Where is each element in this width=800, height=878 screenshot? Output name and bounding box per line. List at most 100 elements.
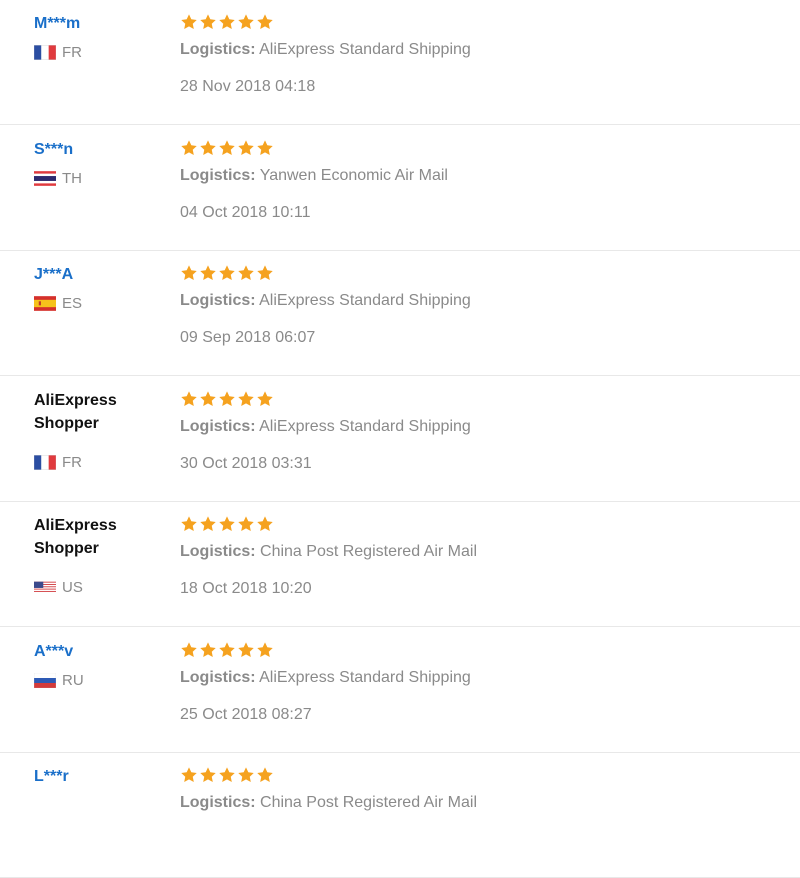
star-icon bbox=[256, 139, 274, 157]
logistics-info: Logistics: AliExpress Standard Shipping bbox=[180, 418, 471, 436]
star-icon bbox=[237, 13, 255, 31]
star-icon bbox=[180, 641, 198, 659]
reviewer-country: RU bbox=[33, 671, 84, 689]
star-icon bbox=[256, 13, 274, 31]
review-item: S***n TH Logistics: Yanwen Economic Air … bbox=[0, 126, 800, 251]
star-icon bbox=[180, 515, 198, 533]
logistics-info: Logistics: China Post Registered Air Mai… bbox=[180, 543, 477, 561]
star-icon bbox=[237, 139, 255, 157]
logistics-label: Logistics: bbox=[180, 668, 256, 686]
star-icon bbox=[180, 13, 198, 31]
star-icon bbox=[237, 641, 255, 659]
logistics-value: AliExpress Standard Shipping bbox=[259, 668, 471, 686]
reviewer-country: ES bbox=[34, 295, 82, 312]
reviewer-country: US bbox=[34, 579, 83, 596]
star-icon bbox=[199, 390, 217, 408]
country-code: FR bbox=[62, 453, 82, 471]
country-code: US bbox=[62, 579, 83, 596]
country-code: FR bbox=[62, 44, 82, 61]
star-icon bbox=[256, 390, 274, 408]
star-rating bbox=[180, 8, 274, 36]
reviewer-country: FR bbox=[33, 44, 82, 61]
reviewer-name[interactable]: M***m bbox=[34, 12, 164, 35]
star-rating bbox=[180, 259, 274, 287]
star-icon bbox=[218, 390, 236, 408]
logistics-info: Logistics: Yanwen Economic Air Mail bbox=[180, 167, 448, 185]
star-icon bbox=[256, 515, 274, 533]
logistics-value: Yanwen Economic Air Mail bbox=[259, 166, 448, 184]
star-icon bbox=[237, 390, 255, 408]
logistics-info: Logistics: China Post Registered Air Mai… bbox=[180, 794, 477, 812]
country-flag-icon bbox=[34, 580, 56, 595]
star-rating bbox=[180, 134, 274, 162]
star-icon bbox=[180, 766, 198, 784]
review-date: 28 Nov 2018 04:18 bbox=[180, 78, 316, 95]
star-icon bbox=[199, 264, 217, 282]
country-code: TH bbox=[62, 169, 82, 187]
star-icon bbox=[180, 139, 198, 157]
star-icon bbox=[199, 515, 217, 533]
country-flag-icon bbox=[34, 170, 56, 186]
star-rating bbox=[180, 510, 274, 538]
logistics-label: Logistics: bbox=[180, 543, 256, 560]
star-icon bbox=[256, 766, 274, 784]
review-item: J***A ES Logistics: AliExpress Standard … bbox=[0, 251, 800, 376]
star-icon bbox=[218, 766, 236, 784]
star-icon bbox=[218, 515, 236, 533]
star-icon bbox=[256, 641, 274, 659]
review-date: 25 Oct 2018 08:27 bbox=[180, 705, 312, 723]
star-icon bbox=[218, 139, 236, 157]
star-icon bbox=[237, 766, 255, 784]
logistics-value: China Post Registered Air Mail bbox=[260, 794, 477, 811]
review-item: M***m FR Logistics: AliExpress Standard … bbox=[0, 0, 800, 125]
review-item: AliExpress Shopper FR Logistics: AliExpr… bbox=[0, 377, 800, 502]
reviewer-name[interactable]: A***v bbox=[34, 640, 164, 663]
logistics-label: Logistics: bbox=[180, 41, 256, 58]
star-icon bbox=[199, 13, 217, 31]
star-icon bbox=[218, 13, 236, 31]
country-code: ES bbox=[62, 295, 83, 312]
star-icon bbox=[199, 139, 217, 157]
country-flag-icon bbox=[33, 454, 57, 470]
reviewer-country: FR bbox=[33, 453, 82, 471]
reviewer-name: AliExpress Shopper bbox=[34, 517, 117, 557]
reviewer-name[interactable]: J***A bbox=[34, 263, 164, 286]
logistics-label: Logistics: bbox=[180, 794, 256, 811]
logistics-info: Logistics: AliExpress Standard Shipping bbox=[180, 41, 471, 59]
star-icon bbox=[218, 264, 236, 282]
reviewer-name[interactable]: S***n bbox=[34, 138, 164, 161]
logistics-info: Logistics: AliExpress Standard Shipping bbox=[180, 669, 471, 687]
star-icon bbox=[237, 515, 255, 533]
logistics-label: Logistics: bbox=[180, 417, 256, 435]
logistics-label: Logistics: bbox=[180, 166, 256, 184]
star-icon bbox=[180, 390, 198, 408]
logistics-value: China Post Registered Air Mail bbox=[260, 543, 477, 560]
star-icon bbox=[199, 766, 217, 784]
review-item: AliExpress Shopper US Logistics: China P… bbox=[0, 502, 800, 627]
review-item: L***r Logistics: China Post Registered A… bbox=[0, 753, 800, 878]
country-flag-icon bbox=[34, 296, 56, 311]
reviewer-country: TH bbox=[34, 170, 82, 187]
star-rating bbox=[180, 636, 274, 664]
star-rating bbox=[180, 761, 274, 789]
review-date: 04 Oct 2018 10:11 bbox=[180, 203, 311, 221]
logistics-label: Logistics: bbox=[180, 292, 256, 309]
review-date: 30 Oct 2018 03:31 bbox=[180, 454, 312, 472]
country-code: RU bbox=[62, 671, 84, 689]
logistics-value: AliExpress Standard Shipping bbox=[259, 417, 471, 435]
review-date: 09 Sep 2018 06:07 bbox=[180, 329, 316, 346]
star-icon bbox=[256, 264, 274, 282]
reviewer-name: AliExpress Shopper bbox=[34, 391, 117, 432]
star-icon bbox=[180, 264, 198, 282]
star-icon bbox=[218, 641, 236, 659]
logistics-info: Logistics: AliExpress Standard Shipping bbox=[180, 292, 471, 310]
country-flag-icon bbox=[33, 672, 57, 688]
reviewer-name[interactable]: L***r bbox=[34, 765, 164, 788]
country-flag-icon bbox=[33, 44, 57, 61]
star-icon bbox=[199, 641, 217, 659]
logistics-value: AliExpress Standard Shipping bbox=[259, 292, 471, 309]
logistics-value: AliExpress Standard Shipping bbox=[259, 41, 471, 58]
star-icon bbox=[237, 264, 255, 282]
review-date: 18 Oct 2018 10:20 bbox=[180, 580, 312, 597]
review-item: A***v RU Logistics: AliExpress Standard … bbox=[0, 628, 800, 753]
